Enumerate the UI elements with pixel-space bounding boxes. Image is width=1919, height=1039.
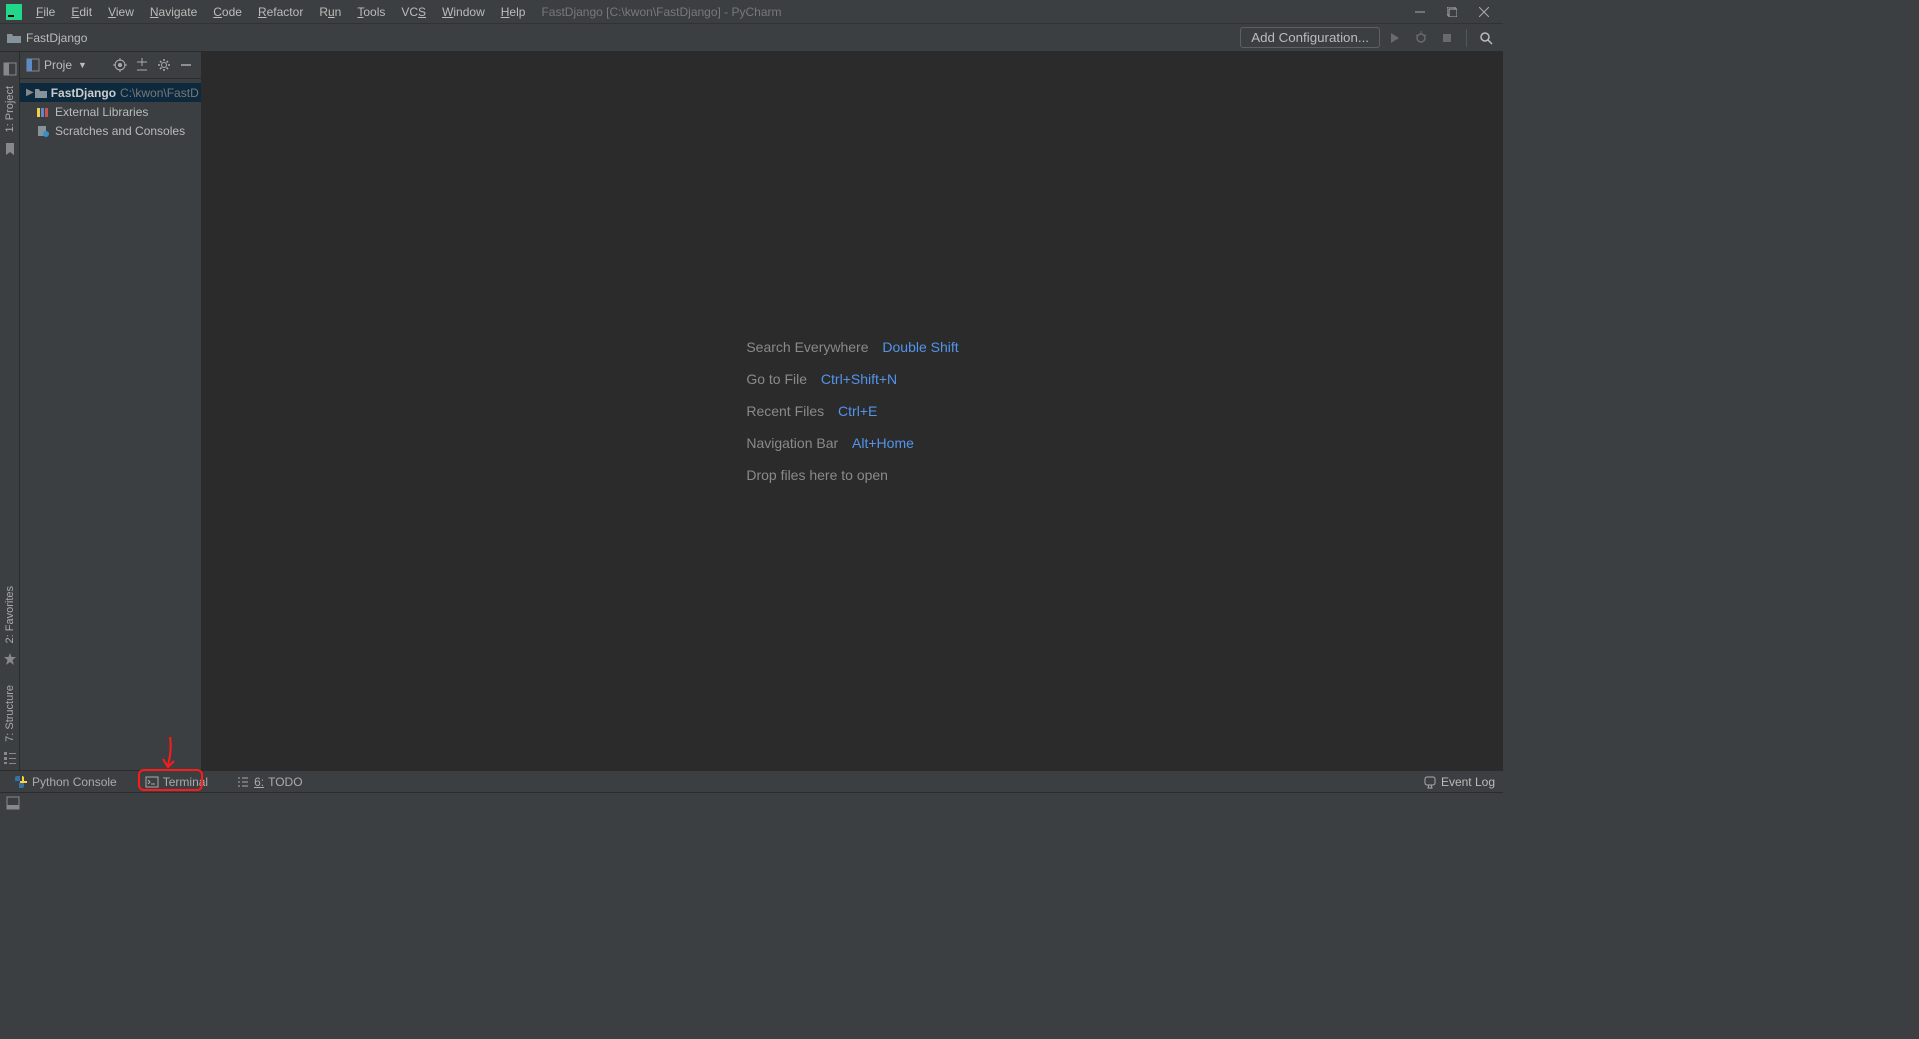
gutter-favorites[interactable]: 2: Favorites	[2, 580, 18, 649]
tree-external-libs[interactable]: External Libraries	[20, 102, 201, 121]
todo-label: TODO	[268, 775, 302, 789]
tree-external-label: External Libraries	[55, 105, 148, 119]
bookmarks-icon[interactable]	[3, 142, 17, 156]
breadcrumb[interactable]: FastDjango	[6, 31, 1240, 45]
panel-title-label: Proje	[44, 58, 72, 72]
nav-toolbar: FastDjango Add Configuration...	[0, 24, 1503, 52]
structure-icon[interactable]	[4, 752, 16, 764]
hide-button[interactable]	[177, 56, 195, 74]
hint-nav: Navigation Bar Alt+Home	[746, 435, 958, 451]
shortcut: Double Shift	[882, 339, 958, 355]
search-button[interactable]	[1475, 27, 1497, 49]
scratch-icon	[36, 125, 52, 137]
terminal-tab[interactable]: Terminal	[139, 773, 214, 791]
hint-recent: Recent Files Ctrl+E	[746, 403, 958, 419]
tree-root[interactable]: ▶ FastDjango C:\kwon\FastD	[20, 83, 201, 102]
todo-tab[interactable]: 6: TODO	[230, 773, 308, 791]
menu-help[interactable]: Help	[493, 2, 534, 22]
menu-refactor[interactable]: Refactor	[250, 2, 311, 22]
python-console-label: Python Console	[32, 775, 117, 789]
chevron-down-icon: ▼	[78, 60, 87, 70]
tree-scratches[interactable]: Scratches and Consoles	[20, 121, 201, 140]
menu-code[interactable]: Code	[205, 2, 250, 22]
add-configuration-button[interactable]: Add Configuration...	[1240, 27, 1380, 48]
project-tree: ▶ FastDjango C:\kwon\FastD External Libr…	[20, 79, 201, 770]
tree-root-path: C:\kwon\FastD	[120, 86, 199, 100]
run-button[interactable]	[1384, 27, 1406, 49]
menu-edit[interactable]: Edit	[63, 2, 100, 22]
todo-num: 6:	[254, 775, 264, 789]
main-area: 1: Project 2: Favorites 7: Structure Pro…	[0, 52, 1503, 770]
window-title: FastDjango [C:\kwon\FastDjango] - PyChar…	[541, 5, 1413, 19]
menu-navigate[interactable]: Navigate	[142, 2, 205, 22]
gutter-project[interactable]: 1: Project	[2, 80, 18, 138]
folder-icon	[34, 87, 48, 99]
menu-bar: File Edit View Navigate Code Refactor Ru…	[0, 0, 1503, 24]
hint-search: Search Everywhere Double Shift	[746, 339, 958, 355]
window-controls	[1413, 5, 1499, 19]
library-icon	[36, 106, 52, 118]
stop-button[interactable]	[1436, 27, 1458, 49]
menu-view[interactable]: View	[100, 2, 142, 22]
menu-file[interactable]: File	[28, 2, 63, 22]
python-console-tab[interactable]: Python Console	[8, 773, 123, 791]
maximize-button[interactable]	[1445, 5, 1459, 19]
toolbar-right: Add Configuration...	[1240, 27, 1497, 49]
close-button[interactable]	[1477, 5, 1491, 19]
locate-button[interactable]	[111, 56, 129, 74]
breadcrumb-label: FastDjango	[26, 31, 87, 45]
bottom-toolbar: Python Console Terminal 6: TODO Event Lo…	[0, 770, 1503, 792]
chevron-right-icon: ▶	[26, 87, 34, 98]
status-bar	[0, 792, 1503, 812]
terminal-label: Terminal	[163, 775, 208, 789]
separator	[1466, 29, 1467, 47]
event-log-label: Event Log	[1441, 775, 1495, 789]
debug-button[interactable]	[1410, 27, 1432, 49]
shortcut: Ctrl+E	[838, 403, 877, 419]
menu-tools[interactable]: Tools	[349, 2, 393, 22]
left-gutter: 1: Project 2: Favorites 7: Structure	[0, 52, 20, 770]
shortcut: Alt+Home	[852, 435, 914, 451]
gutter-structure[interactable]: 7: Structure	[2, 679, 18, 748]
project-panel-title[interactable]: Proje ▼	[26, 58, 107, 72]
menu-window[interactable]: Window	[434, 2, 493, 22]
star-icon[interactable]	[4, 653, 16, 665]
hint-goto: Go to File Ctrl+Shift+N	[746, 371, 958, 387]
editor-area[interactable]: Search Everywhere Double Shift Go to Fil…	[202, 52, 1503, 770]
pycharm-icon	[6, 4, 22, 20]
minimize-button[interactable]	[1413, 5, 1427, 19]
event-log-tab[interactable]: Event Log	[1423, 775, 1495, 789]
folder-icon	[6, 31, 22, 45]
project-tool-icon[interactable]	[3, 62, 17, 76]
shortcut: Ctrl+Shift+N	[821, 371, 897, 387]
menu-vcs[interactable]: VCS	[393, 2, 434, 22]
hint-drop: Drop files here to open	[746, 467, 958, 483]
collapse-all-button[interactable]	[133, 56, 151, 74]
tool-windows-icon[interactable]	[6, 796, 20, 810]
project-panel: Proje ▼ ▶ FastDjango C:\kwon\FastD Extern…	[20, 52, 202, 770]
menu-run[interactable]: Run	[311, 2, 349, 22]
tree-scratches-label: Scratches and Consoles	[55, 124, 185, 138]
tree-root-label: FastDjango	[51, 86, 116, 100]
welcome-hints: Search Everywhere Double Shift Go to Fil…	[746, 323, 958, 499]
settings-button[interactable]	[155, 56, 173, 74]
project-panel-header: Proje ▼	[20, 52, 201, 79]
